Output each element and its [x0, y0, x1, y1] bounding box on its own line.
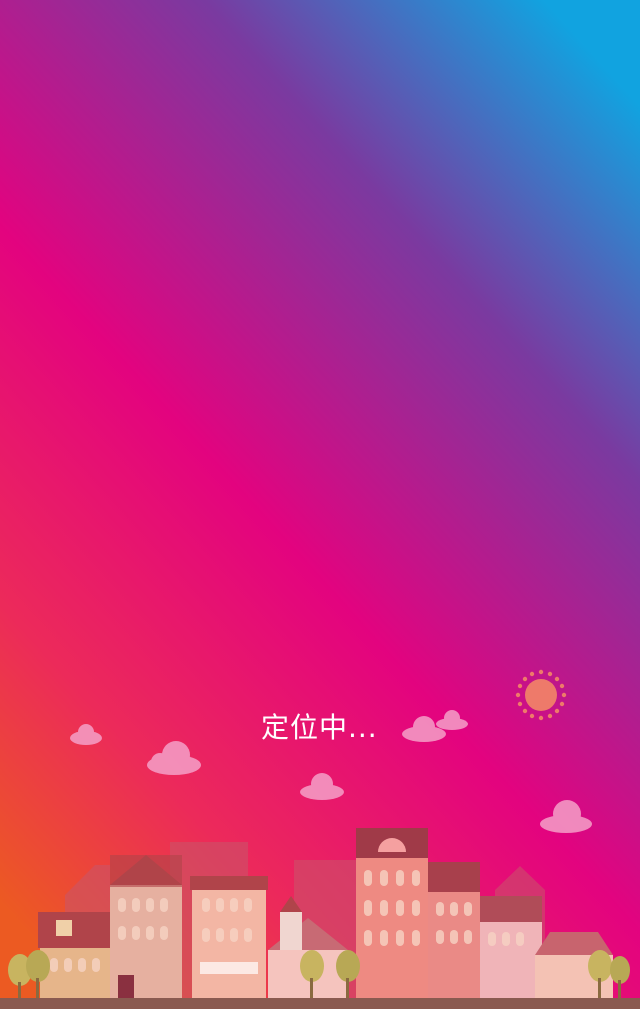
- cloud-icon: [540, 800, 592, 833]
- cloud-icon: [300, 773, 344, 800]
- building: [38, 912, 110, 1000]
- city-scene: [0, 669, 640, 1009]
- cloud-icon: [147, 741, 201, 775]
- building: [190, 876, 268, 1000]
- cloud-icon: [402, 710, 468, 742]
- ground: [0, 998, 640, 1009]
- sun-icon: [515, 669, 567, 721]
- cloud-icon: [70, 724, 102, 745]
- building: [480, 896, 542, 1000]
- locating-status-text: 定位中...: [261, 711, 378, 744]
